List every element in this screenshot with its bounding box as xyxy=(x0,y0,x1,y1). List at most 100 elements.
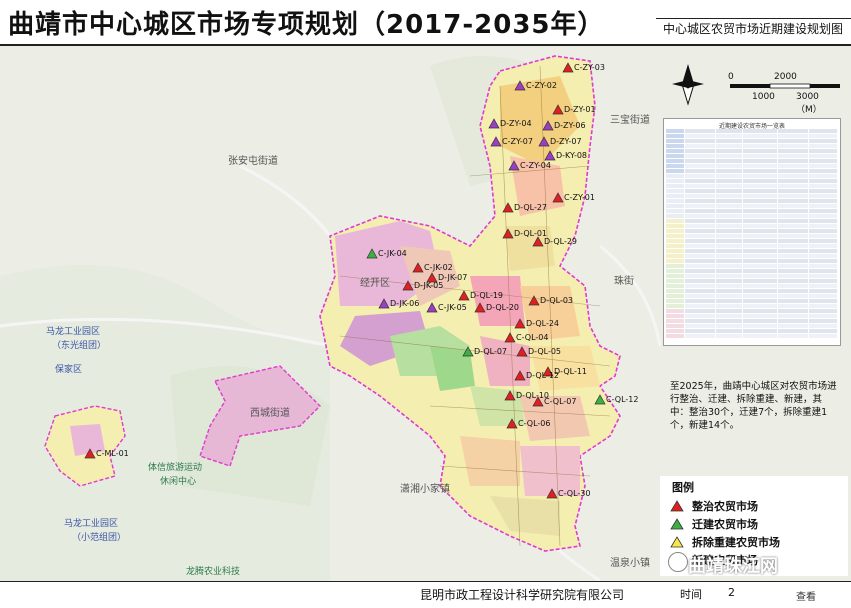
table-cell xyxy=(809,224,837,228)
place-label: 体信旅游运动 xyxy=(148,463,203,473)
place-label: （小范组团） xyxy=(72,533,127,543)
table-cell xyxy=(716,219,742,223)
table-cell xyxy=(666,169,684,173)
table-cell xyxy=(778,264,808,268)
table-cell xyxy=(743,314,777,318)
table-row xyxy=(666,234,838,238)
place-label: 经开区 xyxy=(360,278,390,289)
table-cell xyxy=(716,129,742,133)
table-cell xyxy=(778,164,808,168)
place-label: 珠街 xyxy=(614,276,634,287)
table-cell xyxy=(778,144,808,148)
table-row xyxy=(666,129,838,133)
market-marker-label: D-QL-19 xyxy=(470,291,504,300)
table-cell xyxy=(743,204,777,208)
table-cell xyxy=(716,189,742,193)
table-cell xyxy=(685,169,715,173)
table-cell xyxy=(809,199,837,203)
market-marker-label: D-ZY-04 xyxy=(500,119,532,128)
table-cell xyxy=(685,314,715,318)
market-marker-label: D-QL-29 xyxy=(544,237,578,246)
market-marker-label: D-QL-12 xyxy=(526,371,560,380)
table-cell xyxy=(809,334,837,338)
table-cell xyxy=(666,234,684,238)
table-cell xyxy=(666,184,684,188)
table-cell xyxy=(685,269,715,273)
table-cell xyxy=(809,129,837,133)
table-cell xyxy=(716,209,742,213)
table-cell xyxy=(685,309,715,313)
view-button[interactable]: 查看 xyxy=(796,588,816,603)
table-cell xyxy=(809,219,837,223)
table-row xyxy=(666,219,838,223)
place-label: 马龙工业园区 xyxy=(64,519,119,529)
table-row xyxy=(666,324,838,328)
market-marker-label: D-QL-20 xyxy=(486,303,520,312)
table-cell xyxy=(778,314,808,318)
table-row xyxy=(666,299,838,303)
table-cell xyxy=(716,304,742,308)
yellow-triangle-icon xyxy=(670,536,684,548)
table-cell xyxy=(809,229,837,233)
green-triangle-icon xyxy=(670,518,684,530)
table-cell xyxy=(778,129,808,133)
table-row xyxy=(666,274,838,278)
table-rows xyxy=(666,129,838,341)
table-cell xyxy=(778,284,808,288)
table-cell xyxy=(743,299,777,303)
table-row xyxy=(666,209,838,213)
table-cell xyxy=(809,289,837,293)
table-row xyxy=(666,184,838,188)
table-row xyxy=(666,319,838,323)
table-cell xyxy=(778,309,808,313)
table-row xyxy=(666,139,838,143)
table-cell xyxy=(743,329,777,333)
table-cell xyxy=(716,314,742,318)
table-cell xyxy=(716,269,742,273)
table-cell xyxy=(743,179,777,183)
table-row xyxy=(666,174,838,178)
table-cell xyxy=(666,309,684,313)
table-row xyxy=(666,194,838,198)
table-cell xyxy=(743,219,777,223)
table-cell xyxy=(778,289,808,293)
legend-item-rebuild: 拆除重建农贸市场 xyxy=(670,534,780,550)
watermark-icon xyxy=(668,552,688,572)
market-marker-label: C-ZY-04 xyxy=(520,161,551,170)
place-label: 温泉小镇 xyxy=(610,558,650,569)
table-cell xyxy=(809,169,837,173)
table-cell xyxy=(778,179,808,183)
table-cell xyxy=(716,239,742,243)
table-cell xyxy=(743,189,777,193)
place-label: 张安屯街道 xyxy=(228,156,278,167)
table-cell xyxy=(778,194,808,198)
table-row xyxy=(666,314,838,318)
market-marker-label: C-ZY-01 xyxy=(564,193,595,202)
table-cell xyxy=(809,264,837,268)
table-cell xyxy=(666,194,684,198)
table-cell xyxy=(809,274,837,278)
table-row xyxy=(666,214,838,218)
table-cell xyxy=(685,264,715,268)
market-marker-label: C-ZY-03 xyxy=(574,63,605,72)
table-cell xyxy=(743,309,777,313)
table-cell xyxy=(666,259,684,263)
table-row xyxy=(666,199,838,203)
table-cell xyxy=(685,299,715,303)
table-cell xyxy=(716,144,742,148)
table-cell xyxy=(666,209,684,213)
table-cell xyxy=(809,244,837,248)
table-cell xyxy=(716,259,742,263)
table-cell xyxy=(666,304,684,308)
table-cell xyxy=(666,189,684,193)
table-cell xyxy=(685,149,715,153)
map-area[interactable]: 张安屯街道 经开区 马龙工业园区 （东光组团） 保家区 马龙工业园区 （小范组团… xyxy=(0,46,851,581)
market-marker-label: D-QL-05 xyxy=(528,347,562,356)
table-cell xyxy=(778,219,808,223)
market-marker-label: C-JK-05 xyxy=(438,303,467,312)
table-cell xyxy=(778,234,808,238)
table-cell xyxy=(809,254,837,258)
table-row xyxy=(666,229,838,233)
table-cell xyxy=(666,299,684,303)
market-marker-label: D-KY-08 xyxy=(556,151,588,160)
